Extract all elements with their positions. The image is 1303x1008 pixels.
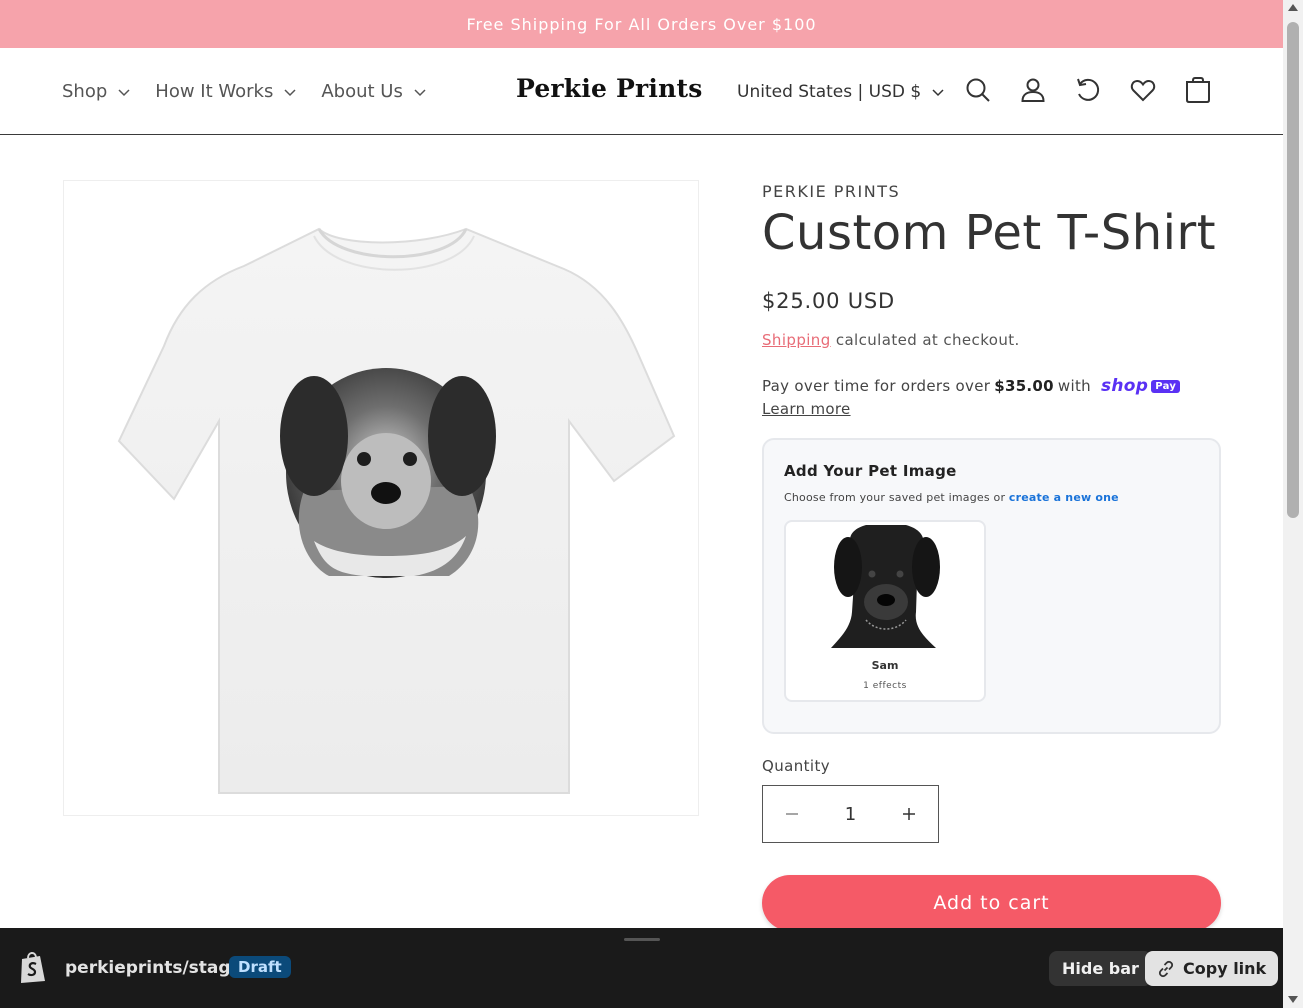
quantity-label: Quantity <box>762 757 831 775</box>
quantity-decrease-button[interactable] <box>763 786 821 842</box>
tshirt-image <box>117 227 676 794</box>
create-new-pet-link[interactable]: create a new one <box>1009 491 1119 504</box>
announcement-bar: Free Shipping For All Orders Over $100 <box>0 0 1283 48</box>
shop-pay-logo: shop Pay <box>1100 376 1181 396</box>
hide-bar-button[interactable]: Hide bar <box>1049 951 1152 986</box>
add-to-cart-button[interactable]: Add to cart <box>762 875 1221 931</box>
minus-icon <box>786 813 798 815</box>
product-price: $25.00 USD <box>762 289 896 313</box>
announcement-text: Free Shipping For All Orders Over $100 <box>466 14 817 34</box>
nav-item-label: About Us <box>321 81 403 102</box>
chevron-down-icon <box>118 88 130 96</box>
chevron-down-icon <box>932 88 944 96</box>
scroll-down-arrow-icon[interactable] <box>1288 996 1298 1003</box>
pet-picker-heading: Add Your Pet Image <box>784 462 957 480</box>
nav-item-label: Shop <box>62 81 108 102</box>
heart-icon[interactable] <box>1127 74 1159 106</box>
preview-bar-handle[interactable] <box>624 938 660 941</box>
chevron-down-icon <box>284 88 296 96</box>
pet-name: Sam <box>871 659 899 672</box>
cart-icon[interactable] <box>1182 74 1214 106</box>
shipping-text: calculated at checkout. <box>835 331 1020 349</box>
pay-with-text: with <box>1057 377 1091 395</box>
nav-item-how-it-works[interactable]: How It Works <box>155 81 297 102</box>
main-nav: Shop How It Works About Us <box>62 48 427 135</box>
shipping-link[interactable]: Shipping <box>762 331 831 349</box>
learn-more-link[interactable]: Learn more <box>762 400 851 418</box>
scroll-up-arrow-icon[interactable] <box>1288 4 1298 11</box>
scrollbar-thumb[interactable] <box>1287 22 1299 518</box>
preview-bar: perkieprints/staging Draft Hide bar Copy… <box>0 928 1283 1008</box>
history-icon[interactable] <box>1072 74 1104 106</box>
pet-picker-subtext-label: Choose from your saved pet images or <box>784 491 1006 504</box>
search-icon[interactable] <box>962 74 994 106</box>
pet-effects-count: 1 effects <box>863 681 907 691</box>
product-image[interactable] <box>63 180 699 816</box>
shipping-note: Shipping calculated at checkout. <box>762 331 1020 349</box>
shopify-bag-icon <box>21 952 45 983</box>
pay-over-time: Pay over time for orders over $35.00 wit… <box>762 376 1181 396</box>
pay-over-time-text: Pay over time for orders over <box>762 377 991 395</box>
store-logo[interactable]: Perkie Prints <box>516 74 703 103</box>
quantity-input[interactable]: 1 <box>821 804 880 825</box>
page-scrollbar[interactable] <box>1283 0 1303 1008</box>
site-header: Shop How It Works About Us Perkie Prints… <box>0 48 1283 135</box>
pet-image-picker: Add Your Pet Image Choose from your save… <box>762 438 1221 734</box>
pet-picker-subtext: Choose from your saved pet images or cre… <box>784 491 1119 504</box>
pay-threshold: $35.00 <box>994 377 1054 395</box>
nav-item-label: How It Works <box>155 81 274 102</box>
plus-icon <box>903 808 915 820</box>
account-icon[interactable] <box>1017 74 1049 106</box>
chevron-down-icon <box>414 88 426 96</box>
product-vendor: PERKIE PRINTS <box>762 182 901 201</box>
pet-thumbnail <box>831 525 940 648</box>
product-title: Custom Pet T-Shirt <box>762 205 1217 261</box>
locale-selector[interactable]: United States | USD $ <box>737 48 945 135</box>
copy-link-button[interactable]: Copy link <box>1145 951 1279 986</box>
link-icon <box>1158 960 1174 977</box>
nav-item-about-us[interactable]: About Us <box>321 81 427 102</box>
draft-badge: Draft <box>229 956 291 978</box>
shop-pay-word: shop <box>1100 376 1149 396</box>
locale-label: United States | USD $ <box>737 81 922 102</box>
copy-link-label: Copy link <box>1183 959 1267 978</box>
header-icons <box>962 74 1214 106</box>
nav-item-shop[interactable]: Shop <box>62 81 131 102</box>
shop-pay-badge: Pay <box>1151 379 1181 393</box>
quantity-stepper: 1 <box>762 785 939 843</box>
pet-card[interactable]: Sam 1 effects <box>784 520 986 702</box>
quantity-increase-button[interactable] <box>880 786 938 842</box>
